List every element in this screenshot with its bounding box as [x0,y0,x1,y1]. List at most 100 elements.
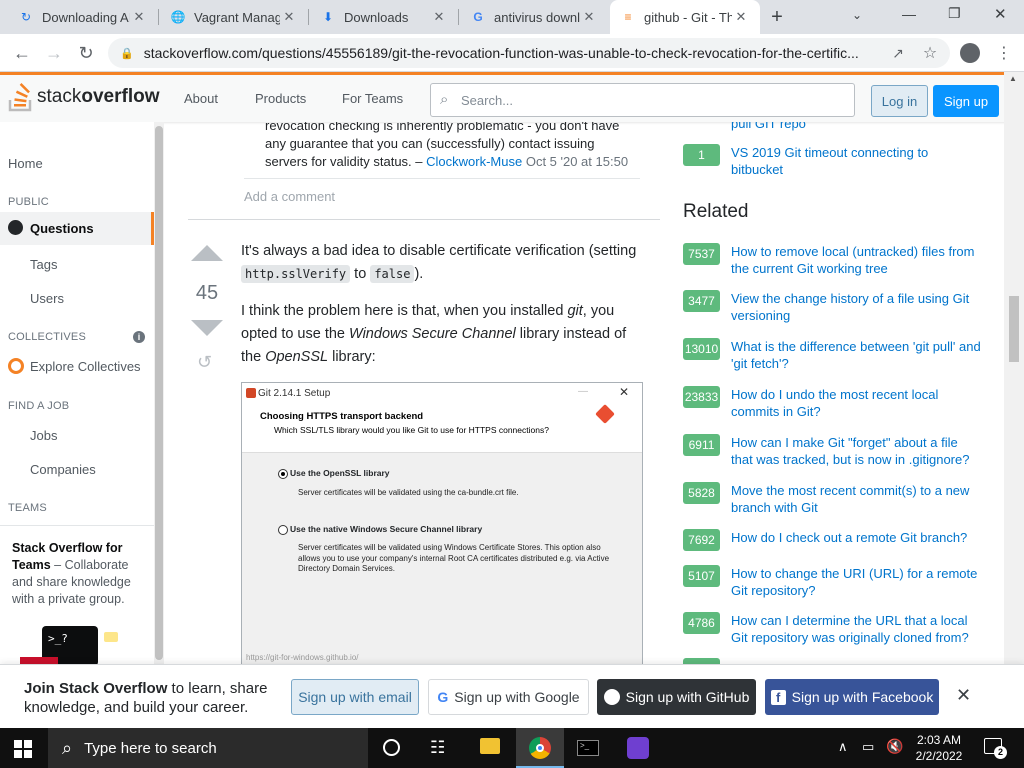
profile-avatar-icon[interactable] [956,39,984,67]
page-scrollbar[interactable]: ▲ ▼ [1004,72,1024,728]
comment: revocation checking is inherently proble… [265,122,640,171]
answer-body: It's always a bad idea to disable certif… [241,240,641,369]
window-close-icon[interactable]: ✕ [994,5,1007,23]
related-question-link[interactable]: How do I undo the most recent local comm… [731,386,981,420]
task-view-icon[interactable]: ☷ [430,738,445,758]
sidebar-item-jobs[interactable]: Jobs [30,428,57,443]
menu-kebab-icon[interactable]: ⋮ [990,39,1018,67]
related-question-link[interactable]: Move the most recent commit(s) to a new … [731,482,981,516]
sidebar-item-companies[interactable]: Companies [30,462,96,477]
tray-chevron-icon[interactable]: ∧ [838,739,848,755]
related-question[interactable]: 23833 How do I undo the most recent local… [683,386,983,420]
clock-date: 2/2/2022 [915,749,963,763]
new-tab-plus-icon[interactable]: + [766,6,788,28]
taskbar-clock[interactable]: 2:03 AM 2/2/2022 [904,732,974,764]
restore-icon[interactable]: ❐ [948,5,961,22]
address-bar[interactable]: 🔒 stackoverflow.com/questions/45556189/g… [108,38,950,68]
tab-search-chevron-icon[interactable]: ⌄ [852,8,862,22]
reload-icon[interactable]: ↻ [72,39,100,67]
related-question-link[interactable]: How can I determine the URL that a local… [731,612,981,646]
history-clock-icon[interactable]: ↺ [197,352,212,373]
login-button[interactable]: Log in [871,85,928,117]
close-icon[interactable]: ✕ [280,9,298,25]
scroll-up-arrow-icon[interactable]: ▲ [1009,74,1017,83]
related-question-link[interactable]: How to change the URI (URL) for a remote… [731,565,981,599]
search-icon: ⌕ [62,737,73,758]
browser-tab[interactable]: ⬇ Downloads ✕ [310,0,458,34]
sidebar-item-home[interactable]: Home [8,156,43,171]
search-input[interactable]: ⌕ Search... [430,83,855,117]
downvote-arrow-icon[interactable] [191,320,223,338]
close-icon[interactable]: ✕ [580,9,598,25]
related-question[interactable]: 7692 How do I check out a remote Git bran… [683,529,983,551]
related-score: 5828 [683,482,720,504]
so-logo[interactable]: stack overflow [8,82,159,112]
sidebar-item-questions[interactable]: Questions [0,212,154,245]
back-arrow-icon[interactable]: ← [8,39,36,67]
related-score: 7537 [683,243,720,265]
teams-promo: Stack Overflow for Teams – Collaborate a… [0,525,154,667]
sidebar-item-users[interactable]: Users [30,291,64,306]
setup-title: Git 2.14.1 Setup [258,388,331,399]
network-icon[interactable]: ▭ [862,739,874,755]
setup-screenshot-image[interactable]: Git 2.14.1 Setup — ✕ Choosing HTTPS tran… [241,382,643,664]
nav-for-teams[interactable]: For Teams [342,91,403,106]
linked-question[interactable]: 1 VS 2019 Git timeout connecting to bitb… [683,144,983,178]
related-question[interactable]: 5828 Move the most recent commit(s) to a … [683,482,983,516]
upvote-arrow-icon[interactable] [191,245,223,263]
app-icon[interactable] [627,737,649,759]
sidebar-item-tags[interactable]: Tags [30,257,57,272]
signup-google-button[interactable]: G Sign up with Google [428,679,589,715]
related-question[interactable]: 3477 View the change history of a file us… [683,290,983,324]
share-icon[interactable]: ↗ [884,39,912,67]
cortana-icon[interactable] [383,739,400,756]
volume-muted-icon[interactable]: 🔇 [886,738,903,755]
signup-github-button[interactable]: Sign up with GitHub [597,679,756,715]
signup-email-button[interactable]: Sign up with email [291,679,419,715]
related-question-link[interactable]: View the change history of a file using … [731,290,981,324]
sidebar-item-explore-collectives[interactable]: Explore Collectives [30,359,141,374]
taskbar-search-box[interactable]: ⌕ Type here to search [48,728,368,768]
nav-about[interactable]: About [184,91,218,106]
linked-question-link[interactable]: pull GIT repo [731,122,806,131]
close-banner-icon[interactable]: ✕ [956,685,971,706]
nav-products[interactable]: Products [255,91,306,106]
stackoverflow-icon: ≡ [624,10,632,24]
radio-openssl [278,469,288,479]
browser-tab[interactable]: 🌐 Vagrant Manag ✕ [160,0,308,34]
scrollbar-thumb[interactable] [1009,296,1019,362]
windows-start-icon[interactable] [14,740,32,758]
related-question-link[interactable]: How can I make Git "forget" about a file… [731,434,981,468]
related-question-link[interactable]: How do I check out a remote Git branch? [731,529,981,551]
inline-code: false [370,265,415,283]
sidebar-heading-find-job: FIND A JOB [8,400,70,412]
browser-tab[interactable]: G antivirus downl ✕ [460,0,608,34]
related-question[interactable]: 6911 How can I make Git "forget" about a … [683,434,983,468]
comment-author-link[interactable]: Clockwork-Muse [426,154,522,169]
close-icon[interactable]: ✕ [430,9,448,25]
linked-question-link[interactable]: VS 2019 Git timeout connecting to bitbuc… [731,144,981,178]
related-question[interactable]: 7537 How to remove local (untracked) file… [683,243,983,277]
terminal-icon[interactable]: >_ [577,740,599,756]
close-icon[interactable]: ✕ [130,9,148,25]
browser-tab[interactable]: ↻ Downloading AI ✕ [8,0,158,34]
file-explorer-icon[interactable] [480,738,500,754]
forward-arrow-icon[interactable]: → [40,39,68,67]
chrome-taskbar-button[interactable] [516,728,564,768]
signup-banner: Join Stack Overflow to learn, share know… [0,664,1024,728]
browser-tab-active[interactable]: ≡ github - Git - Th ✕ [610,0,760,34]
facebook-icon: f [770,689,786,705]
close-icon[interactable]: ✕ [732,9,750,25]
related-question[interactable]: 5107 How to change the URI (URL) for a re… [683,565,983,599]
related-question-link[interactable]: What is the difference between 'git pull… [731,338,981,372]
minimize-icon[interactable]: — [902,6,916,22]
related-question[interactable]: 4786 How can I determine the URL that a l… [683,612,983,646]
sidebar-scrollbar[interactable] [154,122,164,664]
info-icon[interactable]: i [133,331,145,343]
related-question[interactable]: 13010 What is the difference between 'git… [683,338,983,372]
add-comment-link[interactable]: Add a comment [244,189,335,204]
signup-facebook-button[interactable]: f Sign up with Facebook [765,679,939,715]
bookmark-star-icon[interactable]: ☆ [916,39,944,67]
related-question-link[interactable]: How to remove local (untracked) files fr… [731,243,981,277]
signup-button[interactable]: Sign up [933,85,999,117]
